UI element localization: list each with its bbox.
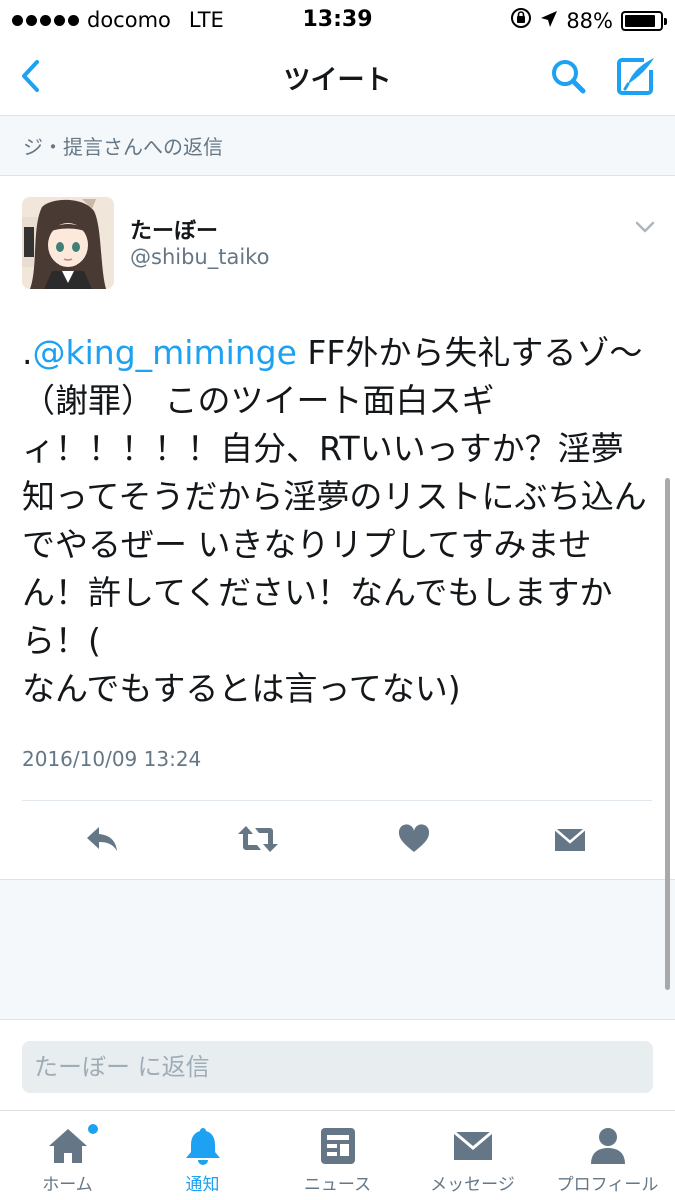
retweet-button[interactable]	[236, 817, 280, 861]
heart-icon	[398, 824, 430, 852]
reply-icon	[87, 827, 117, 851]
tab-home[interactable]: ホーム	[0, 1112, 135, 1200]
home-icon	[0, 1126, 135, 1166]
reply-composer	[0, 1021, 675, 1111]
user-handle[interactable]: @shibu_taiko	[130, 245, 269, 269]
tweet-actions	[22, 800, 652, 880]
tab-news-label: ニュース	[303, 1175, 372, 1195]
battery-percent: 88%	[566, 8, 613, 33]
tweet-text: .@king_miminge FF外から失礼するゾ〜（謝罪） このツイート面白ス…	[22, 329, 652, 713]
tab-profile-label: プロフィール	[556, 1175, 659, 1195]
tab-messages-label: メッセージ	[430, 1175, 515, 1195]
news-icon	[270, 1126, 405, 1166]
tab-news[interactable]: ニュース	[270, 1112, 405, 1200]
tab-profile[interactable]: プロフィール	[540, 1112, 675, 1200]
tab-notifications-label: 通知	[185, 1175, 220, 1195]
location-arrow-icon	[540, 9, 558, 33]
person-icon	[540, 1126, 675, 1166]
reply-context-label: ジ・提言さんへの返信	[23, 135, 223, 159]
status-right: 88%	[510, 7, 667, 34]
reply-context-bar[interactable]: ジ・提言さんへの返信	[0, 116, 675, 176]
status-bar: docomo LTE 13:39 88%	[0, 0, 675, 40]
battery-icon	[621, 10, 667, 31]
display-name[interactable]: たーぼー	[130, 213, 218, 245]
tab-notifications[interactable]: 通知	[135, 1112, 270, 1200]
tweet-timestamp: 2016/10/09 13:24	[22, 747, 202, 771]
reply-button[interactable]	[80, 817, 124, 861]
battery-level-fill	[625, 14, 655, 27]
home-unread-dot	[88, 1124, 98, 1134]
chevron-down-icon	[635, 221, 655, 233]
reply-input[interactable]	[22, 1041, 653, 1093]
envelope-icon	[554, 828, 586, 851]
mention-link[interactable]: @king_miminge	[33, 333, 297, 372]
envelope-icon	[405, 1126, 540, 1166]
search-icon	[552, 60, 586, 94]
tweet-options-button[interactable]	[630, 215, 660, 239]
tweet-detail: たーぼー @shibu_taiko .@king_miminge FF外から失礼…	[0, 177, 675, 880]
direct-message-button[interactable]	[548, 817, 592, 861]
scrollbar[interactable]	[665, 478, 670, 990]
navigation-bar: ツイート	[0, 40, 675, 116]
tweet-text-body: FF外から失礼するゾ〜（謝罪） このツイート面白スギィ！！！！！自分、RTいいっ…	[22, 333, 647, 708]
retweet-icon	[238, 826, 278, 852]
empty-replies-area	[0, 880, 675, 1020]
avatar[interactable]	[22, 197, 114, 289]
compose-tweet-button[interactable]	[612, 52, 660, 100]
like-button[interactable]	[392, 817, 436, 861]
tweet-text-prefix: .	[22, 333, 33, 372]
search-button[interactable]	[546, 54, 590, 98]
tab-bar: ホーム 通知 ニュース メッセージ プロフィール	[0, 1112, 675, 1200]
tab-messages[interactable]: メッセージ	[405, 1112, 540, 1200]
tab-home-label: ホーム	[42, 1175, 93, 1195]
anime-girl-avatar-image	[22, 197, 114, 289]
rotation-lock-icon	[510, 7, 532, 34]
bell-icon	[135, 1126, 270, 1166]
compose-icon	[617, 58, 654, 95]
